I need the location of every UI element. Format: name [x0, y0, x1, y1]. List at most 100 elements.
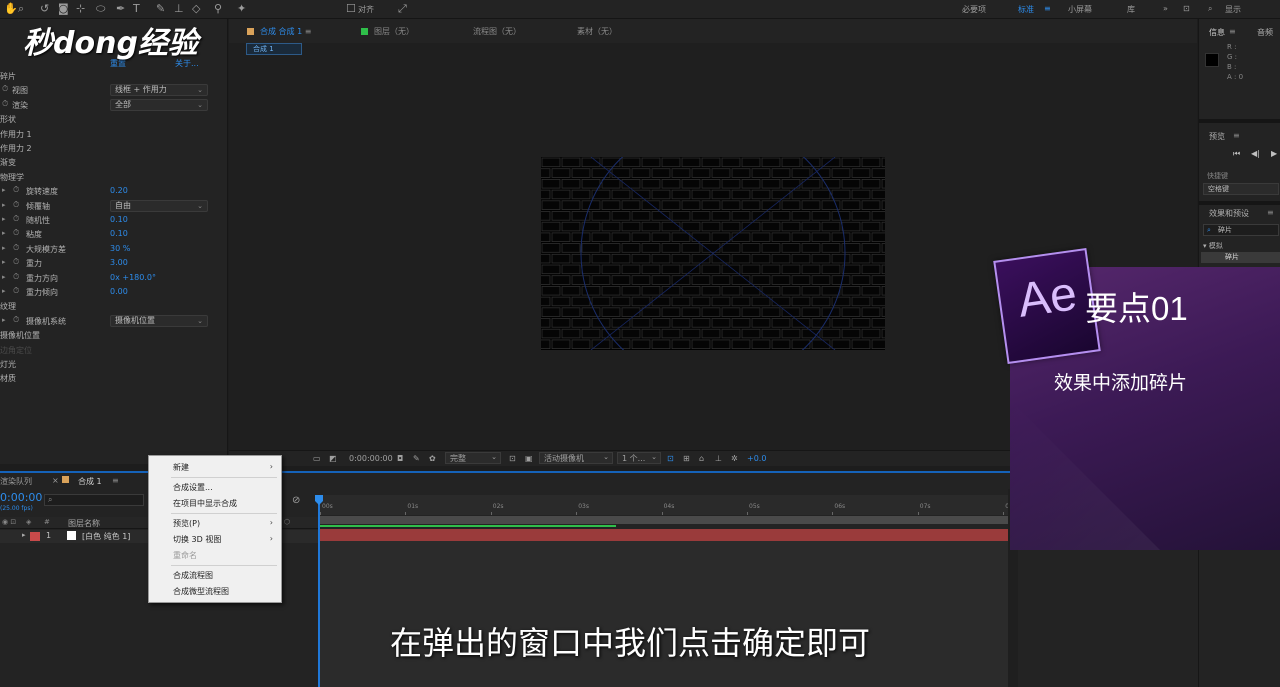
- workspace-essentials[interactable]: 必要项: [962, 4, 986, 15]
- effect-row[interactable]: ▸ ⏱ 摄像机系统 摄像机位置 ⌄: [0, 314, 228, 329]
- fast-preview-icon[interactable]: ⊡: [509, 454, 516, 463]
- effect-row-value[interactable]: 0.10: [110, 215, 128, 224]
- graph-editor-icon[interactable]: ⊘: [292, 495, 300, 506]
- pen-tool-icon[interactable]: ✒: [116, 2, 125, 15]
- toggle-pixel-aspect-icon[interactable]: ⊡: [667, 454, 674, 463]
- stopwatch-icon[interactable]: ⏱: [13, 214, 19, 224]
- snap-option-icon[interactable]: ⤢: [398, 2, 407, 16]
- effect-row-value[interactable]: 3.00: [110, 258, 128, 267]
- tab-flowchart[interactable]: 流程图（无）: [473, 26, 521, 37]
- expand-arrow-icon[interactable]: ▸: [2, 201, 6, 209]
- effects-item-shatter[interactable]: 碎片: [1201, 252, 1280, 263]
- workspace-standard[interactable]: 标准: [1018, 4, 1034, 15]
- expand-arrow-icon[interactable]: ▸: [2, 287, 6, 295]
- effect-row[interactable]: 形状: [0, 113, 228, 127]
- transparency-grid-icon[interactable]: ◩: [329, 454, 337, 463]
- tab-render-queue[interactable]: 渲染队列: [0, 476, 32, 487]
- timeline-timecode[interactable]: 0:00:00: [0, 491, 42, 504]
- play-icon[interactable]: ▶: [1271, 149, 1277, 158]
- effect-row[interactable]: ▸ ⏱ 随机性 0.10: [0, 214, 228, 228]
- close-tab-icon[interactable]: ×: [52, 476, 59, 485]
- timeline-icon[interactable]: ⊞: [683, 454, 690, 463]
- help-search-input[interactable]: 显示: [1225, 4, 1241, 15]
- expand-arrow-icon[interactable]: ▸: [2, 244, 6, 252]
- playhead[interactable]: [318, 495, 320, 687]
- expand-arrow-icon[interactable]: ▸: [2, 258, 6, 266]
- camera-tool-icon[interactable]: ◙: [58, 2, 69, 15]
- reset-exposure-icon[interactable]: ✲: [731, 454, 738, 463]
- effect-row[interactable]: 摄像机位置: [0, 329, 228, 343]
- tab-footage[interactable]: 素材（无）: [577, 26, 617, 37]
- info-menu-icon[interactable]: ≡: [1229, 27, 1236, 36]
- stopwatch-icon[interactable]: ⏱: [13, 243, 19, 253]
- effect-row[interactable]: 作用力 2: [0, 142, 228, 156]
- stamp-tool-icon[interactable]: ⊥: [174, 2, 184, 15]
- effect-row-dropdown[interactable]: 全部 ⌄: [110, 98, 208, 111]
- menu-item-switch-3d-view[interactable]: 切换 3D 视图: [173, 534, 221, 545]
- effect-row[interactable]: ▸ ⏱ 倾覆轴 自由 ⌄: [0, 199, 228, 214]
- workspace-menu-icon[interactable]: ≡: [1044, 4, 1051, 13]
- effect-row[interactable]: ▸ ⏱ 大规模方差 30 %: [0, 243, 228, 257]
- stopwatch-icon[interactable]: ⏱: [13, 272, 19, 282]
- layer-name-column[interactable]: 图层名称: [68, 518, 100, 529]
- effect-row[interactable]: ▸ ⏱ 重力方向 0x +180.0°: [0, 272, 228, 286]
- tab-layer[interactable]: 图层（无）: [361, 26, 414, 37]
- stopwatch-icon[interactable]: ⏱: [13, 200, 19, 210]
- exposure-value[interactable]: +0.0: [747, 454, 766, 463]
- effect-row-dropdown[interactable]: 摄像机位置 ⌄: [110, 314, 208, 327]
- effect-row[interactable]: ▸ ⏱ 重力 3.00: [0, 257, 228, 271]
- snapshot-icon[interactable]: ◘: [397, 454, 403, 463]
- expand-arrow-icon[interactable]: ▸: [2, 215, 6, 223]
- effect-row[interactable]: 物理学: [0, 171, 228, 185]
- preview-panel-title[interactable]: 预览: [1209, 131, 1225, 142]
- timeline-search-input[interactable]: ⌕: [44, 494, 144, 506]
- layer-label-color[interactable]: [30, 532, 40, 541]
- flowchart-icon[interactable]: ⌂: [699, 454, 704, 463]
- menu-item-reveal-in-project[interactable]: 在项目中显示合成: [173, 498, 237, 509]
- audio-panel-title[interactable]: 音频: [1257, 27, 1273, 38]
- workspace-small-screen[interactable]: 小屏幕: [1068, 4, 1092, 15]
- channel-icon[interactable]: ✿: [429, 454, 436, 463]
- stopwatch-icon[interactable]: ⏱: [13, 185, 19, 195]
- effect-row-value[interactable]: 0.00: [110, 287, 128, 296]
- hand-tool-icon[interactable]: ✋: [4, 2, 18, 15]
- network-icon[interactable]: ⊥: [715, 454, 722, 463]
- effect-row[interactable]: ⏱ 渲染 全部 ⌄: [0, 98, 228, 113]
- stopwatch-icon[interactable]: ⏱: [13, 315, 19, 325]
- stopwatch-icon[interactable]: ⏱: [13, 286, 19, 296]
- effects-presets-title[interactable]: 效果和预设: [1209, 208, 1249, 219]
- info-panel-title[interactable]: 信息: [1209, 27, 1225, 38]
- first-frame-icon[interactable]: ⏮: [1233, 149, 1240, 159]
- toggle-transparency-icon[interactable]: ▣: [525, 454, 533, 463]
- stopwatch-icon[interactable]: ⏱: [2, 99, 8, 109]
- snap-checkbox-icon[interactable]: ☐: [346, 2, 356, 15]
- work-area-bar[interactable]: [320, 516, 1008, 524]
- layer-duration-bar[interactable]: [320, 529, 1008, 541]
- stopwatch-icon[interactable]: ⏱: [13, 257, 19, 267]
- menu-item-new[interactable]: 新建: [173, 462, 189, 473]
- composition-canvas[interactable]: [541, 157, 885, 350]
- current-timecode[interactable]: 0:00:00:00: [349, 454, 393, 463]
- sync-icon[interactable]: ⊡: [1183, 4, 1190, 13]
- effect-row[interactable]: 碎片: [0, 70, 228, 84]
- tab-menu-icon[interactable]: ≡: [305, 27, 312, 36]
- stopwatch-icon[interactable]: ⏱: [2, 84, 8, 94]
- effect-row[interactable]: 作用力 1: [0, 128, 228, 142]
- effect-row[interactable]: ▸ ⏱ 旋转速度 0.20: [0, 185, 228, 199]
- effect-row[interactable]: ▸ ⏱ 粘度 0.10: [0, 228, 228, 242]
- effect-row-dropdown[interactable]: 自由 ⌄: [110, 199, 208, 212]
- zoom-tool-icon[interactable]: ⌕: [18, 2, 24, 16]
- resolution-dropdown[interactable]: 完整 ⌄: [445, 452, 501, 464]
- puppet-tool-icon[interactable]: ✦: [237, 2, 246, 15]
- tab-composition[interactable]: 合成 合成 1 ≡: [247, 26, 311, 37]
- effect-row[interactable]: 纹理: [0, 300, 228, 314]
- effect-row[interactable]: 渐变: [0, 156, 228, 170]
- menu-item-comp-flowchart[interactable]: 合成流程图: [173, 570, 213, 581]
- show-snapshot-icon[interactable]: ✎: [413, 454, 420, 463]
- shortcut-dropdown[interactable]: 空格键: [1203, 183, 1279, 195]
- effect-row-value[interactable]: 0x +180.0°: [110, 273, 156, 282]
- prev-frame-icon[interactable]: ◀|: [1251, 149, 1260, 158]
- help-search-icon[interactable]: ⌕: [1208, 4, 1212, 14]
- comp-breadcrumb[interactable]: 合成 1: [246, 43, 302, 55]
- expand-arrow-icon[interactable]: ▸: [2, 273, 6, 281]
